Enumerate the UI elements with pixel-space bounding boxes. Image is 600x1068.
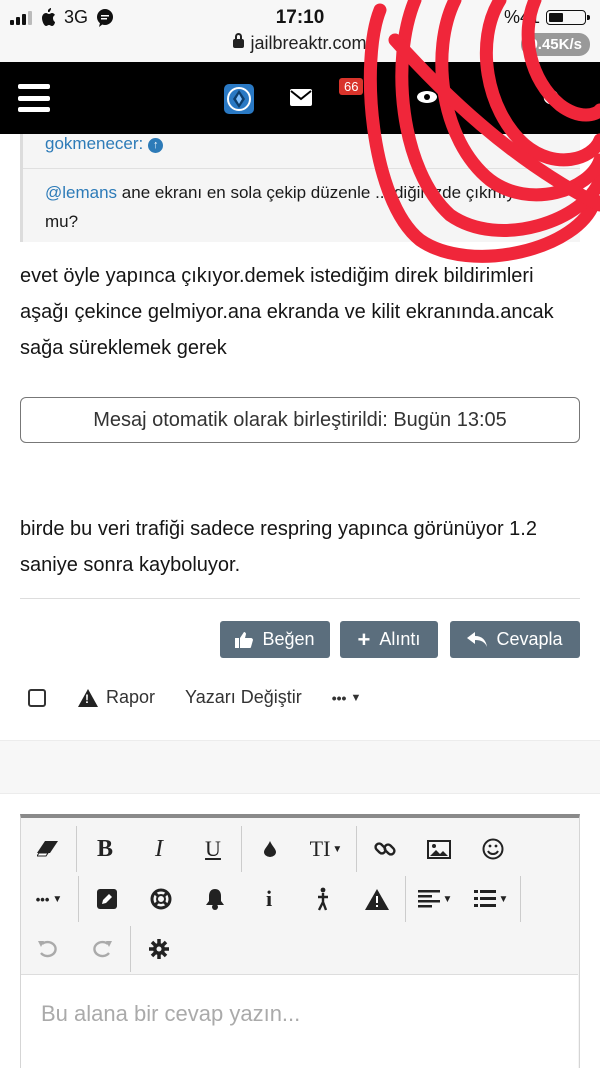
notification-badge: 66 [339,78,364,95]
plus-icon: + [357,626,371,652]
ios-status-bar: 3G 17:10 %41 jailbreaktr.com 0.45K/s [0,0,600,62]
like-label: Beğen [262,629,315,649]
lock-icon [233,33,245,48]
more-dots: ••• [331,689,347,706]
gear-icon[interactable] [132,927,186,971]
merged-notice: Mesaj otomatik olarak birleştirildi: Bug… [20,397,580,443]
more-menu[interactable]: ••• ▼ [332,690,362,706]
smiley-icon[interactable] [466,827,520,871]
speed-badge: 0.45K/s [521,33,590,56]
arrow-up-circle-icon[interactable]: ↑ [148,138,164,153]
post-paragraph-2: birde bu veri trafiği sadece respring ya… [20,518,537,576]
quote-author-name: gokmenecer: [45,134,144,153]
user-mention[interactable]: @lemans [45,183,117,202]
droplet-icon [264,841,276,857]
list-button[interactable]: ▼ [463,877,519,921]
hamburger-menu-icon[interactable] [18,84,50,112]
bold-button[interactable]: B [78,827,132,871]
reply-arrow-icon [467,632,488,647]
info-icon[interactable]: i [242,877,296,921]
reply-text-area[interactable]: Bu alana bir cevap yazın... [21,974,578,1068]
lifebuoy-icon[interactable] [134,877,188,921]
post-actions: Rapor Yazarı Değiştir ••• ▼ [28,687,361,708]
battery-percent: %41 [503,7,540,27]
battery-fill [549,13,563,22]
underline-icon: U [205,836,221,861]
select-checkbox[interactable] [28,688,46,707]
list-icon [473,890,496,907]
bell-icon[interactable] [188,877,242,921]
italic-button[interactable]: I [132,827,186,871]
toolbar-row-3 [21,920,186,978]
caret-down-icon: ▼ [498,893,509,905]
logo-emblem-icon [227,87,251,111]
report-label: Rapor [106,687,156,707]
post-paragraph-1: evet öyle yapınca çıkıyor.demek istediği… [20,265,554,359]
quote-text: @lemans ane ekranı en sola çekip düzenle… [45,178,565,236]
reply-editor: B I U TI ▼ ••• ▼ i ▼ ▼ Bu alana bir cevap … [20,814,580,1068]
warning-icon [78,688,98,707]
quote-button[interactable]: + Alıntı [340,621,438,658]
url-text: jailbreaktr.com [250,33,367,53]
report-link[interactable]: Rapor [78,687,155,708]
align-button[interactable]: ▼ [407,877,463,921]
caret-down-icon: ▼ [52,893,63,905]
font-size-icon: TI [309,836,331,861]
eraser-icon[interactable] [21,827,75,871]
accessibility-icon[interactable] [296,877,350,921]
more-options-button[interactable]: ••• ▼ [21,877,77,921]
caret-down-icon: ▼ [442,893,453,905]
thumbs-up-icon [235,632,254,648]
reply-button[interactable]: Cevapla [450,621,580,658]
quote-label: Alıntı [379,629,421,649]
image-icon[interactable] [412,827,466,871]
status-right: %41 [487,7,590,28]
search-icon[interactable] [543,89,563,109]
link-icon[interactable] [358,827,412,871]
font-size-button[interactable]: TI ▼ [297,827,355,871]
like-button[interactable]: Beğen [220,621,330,658]
more-dots: ••• [35,891,50,907]
caret-down-icon: ▼ [350,691,362,704]
bluetooth-icon [487,9,498,26]
reply-placeholder: Bu alana bir cevap yazın... [41,1001,301,1026]
post-divider [20,598,580,599]
quote-block: gokmenecer: ↑ @lemans ane ekranı en sola … [20,134,580,242]
caret-down-icon: ▼ [332,843,343,855]
quote-body: ane ekranı en sola çekip düzenle ...tdiğ… [45,183,531,231]
battery-icon [546,10,590,25]
edit-pencil-icon[interactable] [80,877,134,921]
change-author-link[interactable]: Yazarı Değiştir [185,687,302,708]
underline-button[interactable]: U [186,827,240,871]
warning-icon[interactable] [350,877,404,921]
italic-icon: I [155,835,163,862]
envelope-icon[interactable] [290,89,312,106]
site-navbar: 66 [0,62,600,134]
quote-divider [23,168,580,169]
info-glyph: i [265,886,273,911]
quote-author[interactable]: gokmenecer: ↑ [45,134,164,154]
align-left-icon [417,890,440,908]
bold-icon: B [96,835,113,862]
address-bar[interactable]: jailbreaktr.com [0,33,600,54]
reply-label: Cevapla [496,629,563,649]
site-logo[interactable] [224,84,254,114]
text-color-button[interactable] [243,827,297,871]
section-separator [0,740,600,794]
undo-icon[interactable] [21,927,75,971]
eye-icon[interactable] [416,90,438,104]
redo-icon[interactable] [75,927,129,971]
